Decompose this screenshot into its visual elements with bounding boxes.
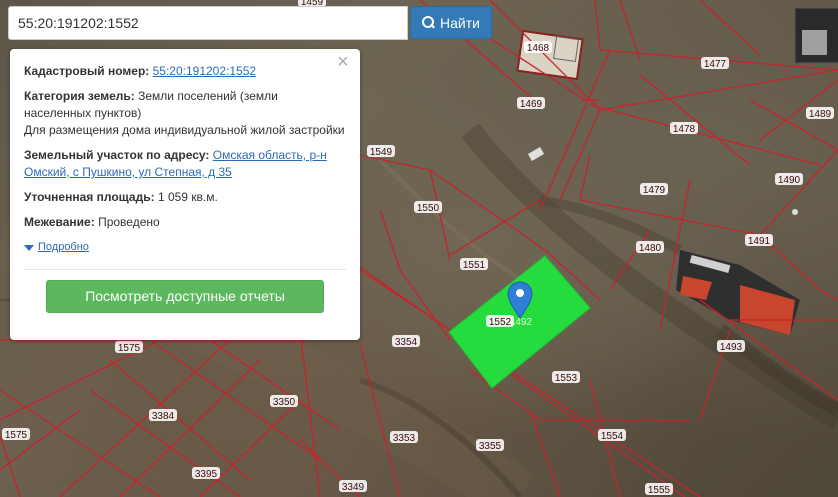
cadastral-row: Кадастровый номер: 55:20:191202:1552 xyxy=(24,63,346,80)
cadastral-label: Кадастровый номер: xyxy=(24,64,150,78)
survey-label: Межевание: xyxy=(24,215,95,229)
area-label: Уточненная площадь: xyxy=(24,190,155,204)
plot-label: 1477 xyxy=(704,59,727,70)
divider xyxy=(24,269,346,270)
plot-label: 1490 xyxy=(778,175,801,186)
category-row: Категория земель: Земли поселений (земли… xyxy=(24,88,346,139)
plot-label: 1479 xyxy=(643,185,666,196)
parcel-info-panel: × Кадастровый номер: 55:20:191202:1552 К… xyxy=(10,49,360,340)
caret-down-icon xyxy=(24,244,34,251)
selected-plot-label: 1492 xyxy=(510,317,533,328)
plot-label: 1555 xyxy=(648,485,671,496)
plot-label: 1493 xyxy=(720,342,743,353)
view-reports-button[interactable]: Посмотреть доступные отчеты xyxy=(46,280,324,313)
area-value: 1 059 кв.м. xyxy=(157,190,218,204)
plot-label: 1549 xyxy=(370,147,393,158)
address-row: Земельный участок по адресу: Омская обла… xyxy=(24,147,346,181)
plot-label: 1491 xyxy=(748,236,771,247)
plot-label: 1575 xyxy=(5,430,28,441)
cadastral-number-link[interactable]: 55:20:191202:1552 xyxy=(153,64,256,78)
plot-label: 3395 xyxy=(195,469,218,480)
plot-label: 1553 xyxy=(555,373,578,384)
plot-label: 1575 xyxy=(118,343,141,354)
plot-label: 3350 xyxy=(273,397,296,408)
plot-label: 1469 xyxy=(520,99,543,110)
plot-label: 3355 xyxy=(479,441,502,452)
search-button-label: Найти xyxy=(440,14,480,31)
search-icon xyxy=(422,16,435,29)
survey-value: Проведено xyxy=(98,215,160,229)
area-row: Уточненная площадь: 1 059 кв.м. xyxy=(24,189,346,206)
plot-label: 1478 xyxy=(673,124,696,135)
usage-text: Для размещения дома индивидуальной жилой… xyxy=(24,123,345,137)
plot-label: 3354 xyxy=(395,337,418,348)
plot-label: 1489 xyxy=(809,109,832,120)
plot-label: 1551 xyxy=(463,260,486,271)
plot-label: 3384 xyxy=(152,411,175,422)
plot-label: 1480 xyxy=(639,243,662,254)
details-link[interactable]: Подробно xyxy=(38,239,89,256)
search-input[interactable]: 55:20:191202:1552 xyxy=(8,6,408,40)
close-icon[interactable]: × xyxy=(334,52,352,72)
details-toggle[interactable]: Подробно xyxy=(24,239,346,256)
building-1468 xyxy=(516,29,584,81)
search-button[interactable]: Найти xyxy=(410,6,492,39)
survey-row: Межевание: Проведено xyxy=(24,214,346,231)
address-label: Земельный участок по адресу: xyxy=(24,148,210,162)
plot-label: 1468 xyxy=(527,43,550,54)
plot-label: 1552 xyxy=(489,317,512,328)
plot-label: 1550 xyxy=(417,203,440,214)
plot-label: 3349 xyxy=(342,482,365,493)
category-label: Категория земель: xyxy=(24,89,135,103)
plot-label: 3353 xyxy=(393,433,416,444)
plot-label: 1554 xyxy=(601,431,624,442)
